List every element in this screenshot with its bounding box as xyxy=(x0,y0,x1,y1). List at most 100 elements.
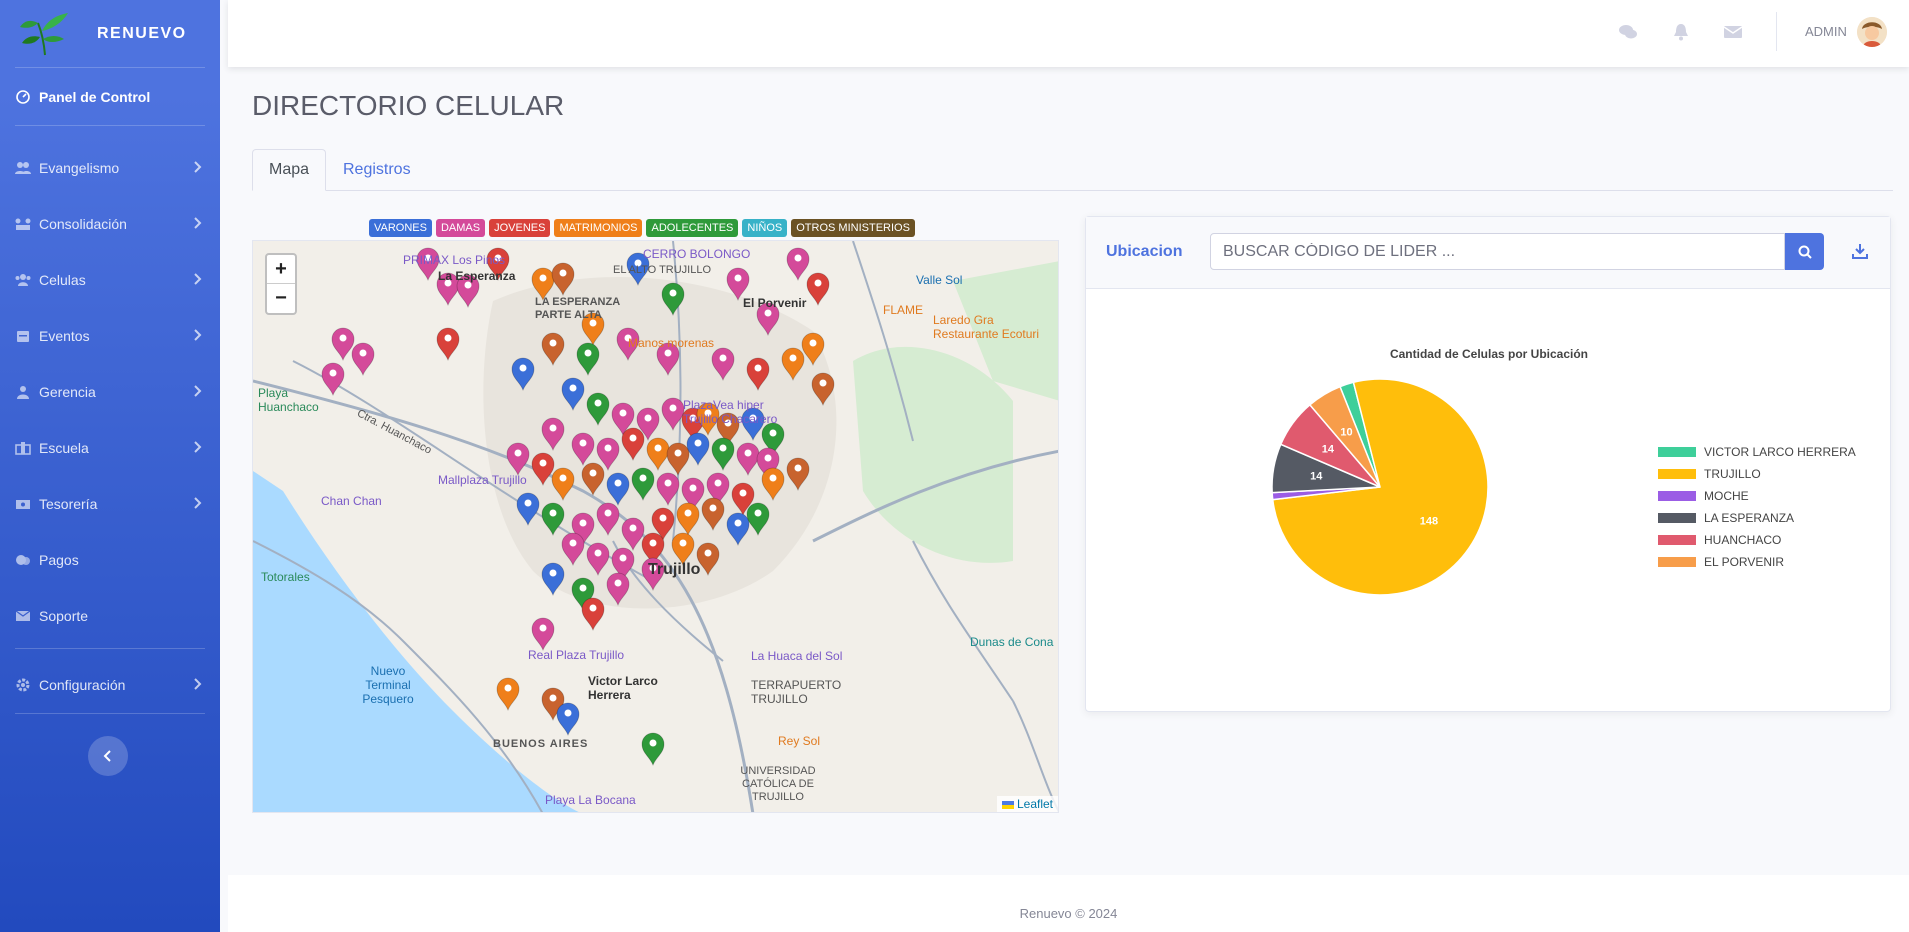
map-marker[interactable] xyxy=(586,542,610,577)
map-marker[interactable] xyxy=(686,432,710,467)
map-marker[interactable] xyxy=(621,517,645,552)
sidebar-item-consolidacion[interactable]: Consolidación xyxy=(0,196,220,252)
map-marker[interactable] xyxy=(561,377,585,412)
sidebar-item-panel-de-control[interactable]: Panel de Control xyxy=(0,68,220,125)
map-marker[interactable] xyxy=(531,617,555,652)
map-marker[interactable] xyxy=(746,357,770,392)
map-marker[interactable] xyxy=(571,432,595,467)
map-marker[interactable] xyxy=(581,462,605,497)
map-marker[interactable] xyxy=(436,327,460,362)
avatar[interactable] xyxy=(1857,17,1887,47)
map-marker[interactable] xyxy=(746,502,770,537)
map-marker[interactable] xyxy=(726,512,750,547)
legend-item[interactable]: HUANCHACO xyxy=(1658,529,1856,551)
map-attribution[interactable]: Leaflet xyxy=(996,796,1058,812)
sidebar-toggle-button[interactable] xyxy=(88,736,128,776)
sidebar-item-pagos[interactable]: Pagos xyxy=(0,532,220,588)
map-marker[interactable] xyxy=(581,597,605,632)
sidebar-item-eventos[interactable]: Eventos xyxy=(0,308,220,364)
sidebar-item-celulas[interactable]: Celulas xyxy=(0,252,220,308)
map-marker[interactable] xyxy=(661,282,685,317)
map-marker[interactable] xyxy=(541,332,565,367)
legend-item[interactable]: LA ESPERANZA xyxy=(1658,507,1856,529)
zoom-out-button[interactable]: − xyxy=(267,284,295,313)
brand[interactable]: RENUEVO xyxy=(0,0,220,67)
zoom-in-button[interactable]: + xyxy=(267,255,295,284)
map-marker[interactable] xyxy=(321,362,345,397)
map-marker[interactable] xyxy=(711,347,735,382)
map-marker[interactable] xyxy=(551,467,575,502)
search-button[interactable] xyxy=(1785,233,1824,270)
map-marker[interactable] xyxy=(621,427,645,462)
sidebar-item-evangelismo[interactable]: Evangelismo xyxy=(0,140,220,196)
map-marker[interactable] xyxy=(786,457,810,492)
attribution-link[interactable]: Leaflet xyxy=(1017,797,1053,811)
map-marker[interactable] xyxy=(606,572,630,607)
map-marker[interactable] xyxy=(496,677,520,712)
map-marker[interactable] xyxy=(331,327,355,362)
chevron-right-icon xyxy=(194,328,202,344)
map-marker[interactable] xyxy=(676,502,700,537)
map-marker[interactable] xyxy=(541,562,565,597)
map-marker[interactable] xyxy=(561,532,585,567)
map-marker[interactable] xyxy=(641,732,665,767)
map-marker[interactable] xyxy=(531,452,555,487)
leader-code-search-input[interactable] xyxy=(1210,233,1785,270)
map-marker[interactable] xyxy=(551,262,575,297)
map-marker[interactable] xyxy=(516,492,540,527)
map-marker[interactable] xyxy=(811,372,835,407)
map-marker[interactable] xyxy=(631,467,655,502)
map-marker[interactable] xyxy=(351,342,375,377)
legend-item[interactable]: TRUJILLO xyxy=(1658,463,1856,485)
map-marker[interactable] xyxy=(541,502,565,537)
map-marker[interactable] xyxy=(506,442,530,477)
sidebar-item-soporte[interactable]: Soporte xyxy=(0,588,220,644)
map-marker[interactable] xyxy=(701,497,725,532)
map-marker[interactable] xyxy=(586,392,610,427)
tab-mapa[interactable]: Mapa xyxy=(252,149,327,191)
sidebar-item-escuela[interactable]: Escuela xyxy=(0,420,220,476)
map-marker[interactable] xyxy=(711,437,735,472)
legend-item[interactable]: VICTOR LARCO HERRERA xyxy=(1658,441,1856,463)
chevron-right-icon xyxy=(194,384,202,400)
sidebar-item-label: Evangelismo xyxy=(39,160,120,176)
map-marker[interactable] xyxy=(781,347,805,382)
map-label: Nuevo Terminal Pesquero xyxy=(362,664,414,706)
map-marker[interactable] xyxy=(806,272,830,307)
legend-item[interactable]: EL PORVENIR xyxy=(1658,551,1856,573)
map-marker[interactable] xyxy=(786,247,810,282)
map-marker[interactable] xyxy=(646,437,670,472)
bell-icon[interactable] xyxy=(1671,22,1691,42)
map-marker[interactable] xyxy=(541,417,565,452)
legend-label: MOCHE xyxy=(1704,489,1749,503)
map-label: Real Plaza Trujillo xyxy=(528,648,625,662)
legend-item[interactable]: MOCHE xyxy=(1658,485,1856,507)
map-marker[interactable] xyxy=(736,442,760,477)
map-marker[interactable] xyxy=(511,357,535,392)
map-label: EL ALTO TRUJILLO xyxy=(613,264,712,276)
sidebar-item-gerencia[interactable]: Gerencia xyxy=(0,364,220,420)
sidebar-item-tesoreria[interactable]: Tesorería xyxy=(0,476,220,532)
map-marker[interactable] xyxy=(661,397,685,432)
map-marker[interactable] xyxy=(801,332,825,367)
map-marker[interactable] xyxy=(606,472,630,507)
map-marker[interactable] xyxy=(596,502,620,537)
map-marker[interactable] xyxy=(556,702,580,737)
map-label: El Porvenir xyxy=(743,296,807,310)
map-marker[interactable] xyxy=(576,342,600,377)
envelope-icon[interactable] xyxy=(1723,22,1743,42)
map[interactable]: La Esperanza LA ESPERANZA PARTE ALTA El … xyxy=(252,240,1059,813)
map-label: Mallplaza Trujillo xyxy=(438,473,527,487)
map-marker[interactable] xyxy=(666,442,690,477)
map-marker[interactable] xyxy=(596,437,620,472)
map-label: BUENOS AIRES xyxy=(493,738,589,750)
chat-icon[interactable] xyxy=(1618,22,1638,42)
map-marker[interactable] xyxy=(761,467,785,502)
map-marker[interactable] xyxy=(656,472,680,507)
chevron-left-icon xyxy=(103,750,111,762)
download-button[interactable] xyxy=(1850,241,1870,261)
user-name[interactable]: ADMIN xyxy=(1805,24,1847,39)
sidebar-item-configuracion[interactable]: Configuración xyxy=(0,657,220,713)
tab-registros[interactable]: Registros xyxy=(327,149,427,191)
chevron-right-icon xyxy=(194,677,202,693)
